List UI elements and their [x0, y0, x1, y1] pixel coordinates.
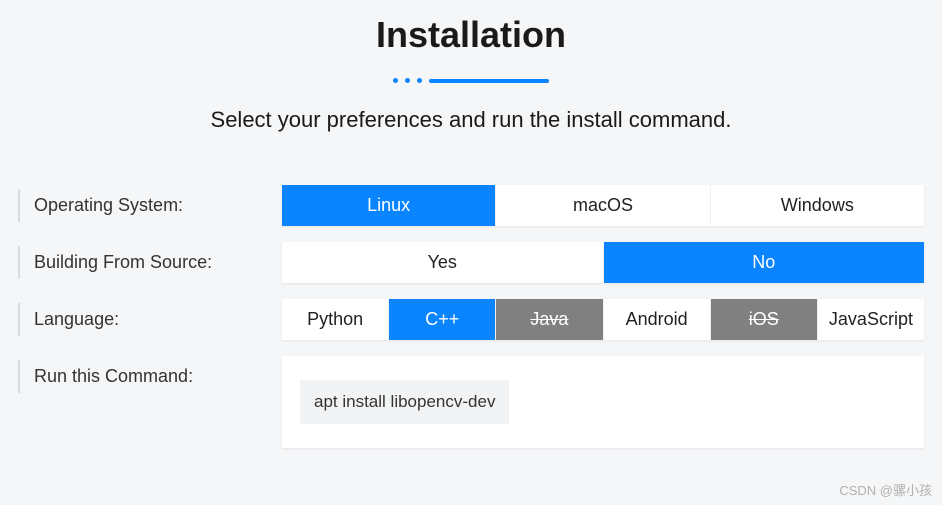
os-option-macos[interactable]: macOS [496, 185, 710, 226]
command-box: apt install libopencv-dev [282, 356, 924, 448]
language-option-java: Java [496, 299, 603, 340]
label-source: Building From Source: [18, 246, 250, 279]
language-option-python[interactable]: Python [282, 299, 389, 340]
os-option-row: LinuxmacOSWindows [282, 185, 924, 226]
language-option-cpppp[interactable]: C++ [389, 299, 496, 340]
title-divider [18, 78, 924, 83]
page-title: Installation [18, 14, 924, 56]
language-option-javascript[interactable]: JavaScript [818, 299, 924, 340]
page-subtitle: Select your preferences and run the inst… [18, 107, 924, 133]
command-text[interactable]: apt install libopencv-dev [300, 380, 509, 424]
label-os: Operating System: [18, 189, 250, 222]
os-option-linux[interactable]: Linux [282, 185, 496, 226]
language-option-row: PythonC++JavaAndroidiOSJavaScript [282, 299, 924, 340]
watermark: CSDN @骡小孩 [839, 480, 932, 499]
os-option-windows[interactable]: Windows [711, 185, 924, 226]
source-option-yes[interactable]: Yes [282, 242, 604, 283]
label-command: Run this Command: [18, 360, 250, 393]
language-option-android[interactable]: Android [604, 299, 711, 340]
source-option-row: YesNo [282, 242, 924, 283]
language-option-ios: iOS [711, 299, 818, 340]
source-option-no[interactable]: No [604, 242, 925, 283]
label-language: Language: [18, 303, 250, 336]
